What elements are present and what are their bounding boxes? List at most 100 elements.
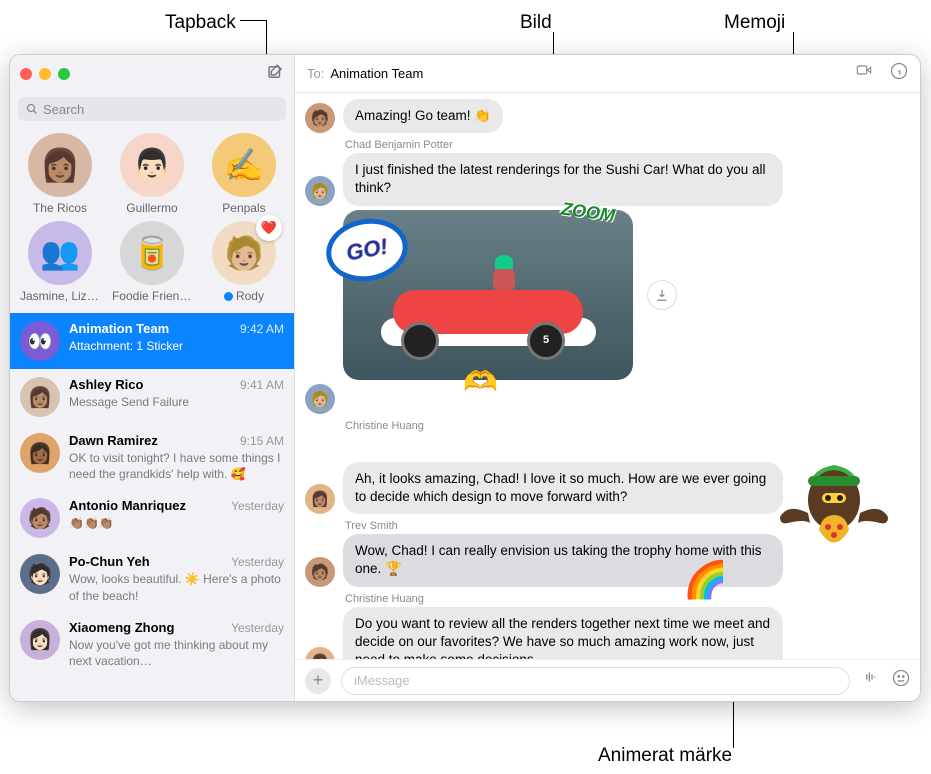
pinned-conversation[interactable]: 👨🏻 Guillermo bbox=[106, 133, 198, 215]
minimize-button[interactable] bbox=[39, 68, 51, 80]
conversation-item[interactable]: 🧑🏽 Antonio Manriquez Yesterday 👏🏽👏🏽👏🏽 bbox=[10, 490, 294, 546]
avatar: 🧑🏽 bbox=[305, 103, 335, 133]
message-bubble[interactable]: Ah, it looks amazing, Chad! I love it so… bbox=[343, 462, 783, 514]
conversation-pane: To: Animation Team 🧑🏽 Amazing! Go team! … bbox=[295, 55, 920, 701]
maximize-button[interactable] bbox=[58, 68, 70, 80]
conversation-time: 9:42 AM bbox=[240, 322, 284, 336]
close-button[interactable] bbox=[20, 68, 32, 80]
wheel: 5 bbox=[527, 322, 565, 360]
callout-memoji: Memoji bbox=[724, 12, 785, 34]
sender-label: Christine Huang bbox=[345, 593, 904, 605]
pinned-conversation[interactable]: 👩🏽 The Ricos bbox=[14, 133, 106, 215]
message-thread[interactable]: 🧑🏽 Amazing! Go team! 👏 Chad Benjamin Pot… bbox=[295, 93, 920, 659]
conversation-name: Animation Team bbox=[69, 321, 169, 336]
pinned-label: Jasmine, Liz &… bbox=[20, 289, 100, 303]
download-button[interactable] bbox=[647, 280, 677, 310]
avatar: 🧑🏽 bbox=[20, 498, 60, 538]
facetime-button[interactable] bbox=[854, 62, 874, 85]
conversation-time: Yesterday bbox=[231, 499, 284, 513]
avatar: 👩🏽 bbox=[305, 647, 335, 659]
conversation-time: 9:41 AM bbox=[240, 378, 284, 392]
conversation-time: Yesterday bbox=[231, 621, 284, 635]
sidebar: Search 👩🏽 The Ricos 👨🏻 Guillermo ✍️ Penp… bbox=[10, 55, 295, 701]
callout-tapback: Tapback bbox=[165, 12, 236, 34]
image-attachment[interactable]: 5 GO! ZOOM 🫶 bbox=[343, 210, 633, 380]
pinned-label: Penpals bbox=[222, 201, 265, 215]
conversation-item[interactable]: 👀 Animation Team 9:42 AM Attachment: 1 S… bbox=[10, 313, 294, 369]
pinned-label: Guillermo bbox=[126, 201, 177, 215]
composer: + iMessage bbox=[295, 659, 920, 701]
avatar: 👨🏻 bbox=[120, 133, 184, 197]
avatar: ✍️ bbox=[212, 133, 276, 197]
memoji-sticker[interactable] bbox=[774, 445, 894, 565]
avatar: 🧑🏼 bbox=[305, 384, 335, 414]
pinned-conversation[interactable]: 🥫 Foodie Friends bbox=[106, 221, 198, 303]
search-input[interactable]: Search bbox=[18, 97, 286, 121]
conversation-preview: Attachment: 1 Sticker bbox=[69, 338, 284, 354]
avatar: 👩🏽 bbox=[305, 484, 335, 514]
conversation-list: 👀 Animation Team 9:42 AM Attachment: 1 S… bbox=[10, 313, 294, 701]
avatar: 👀 bbox=[20, 321, 60, 361]
message-bubble[interactable]: Do you want to review all the renders to… bbox=[343, 607, 783, 659]
apps-button[interactable]: + bbox=[305, 668, 331, 694]
tapback-badge: ❤️ bbox=[256, 215, 282, 241]
message-row: 🧑🏼 I just finished the latest renderings… bbox=[305, 153, 904, 205]
pinned-conversation[interactable]: 🧑🏼 ❤️ Rody bbox=[198, 221, 290, 303]
callout-bild: Bild bbox=[520, 12, 552, 34]
traffic-lights bbox=[20, 68, 70, 80]
conversation-name: Ashley Rico bbox=[69, 377, 143, 392]
conversation-item[interactable]: 🧑🏻 Po-Chun Yeh Yesterday Wow, looks beau… bbox=[10, 546, 294, 611]
callout-animerat: Animerat märke bbox=[598, 745, 732, 767]
message-input[interactable]: iMessage bbox=[341, 667, 850, 695]
conversation-time: 9:15 AM bbox=[240, 434, 284, 448]
pinned-label: Rody bbox=[224, 289, 264, 303]
message-row: 👩🏽 Do you want to review all the renders… bbox=[305, 607, 904, 659]
compose-button[interactable] bbox=[266, 63, 284, 86]
avatar: 🧑🏻 bbox=[20, 554, 60, 594]
pinned-conversations: 👩🏽 The Ricos 👨🏻 Guillermo ✍️ Penpals 👥 J… bbox=[10, 127, 294, 313]
message-row: 🧑🏽 Amazing! Go team! 👏 bbox=[305, 99, 904, 133]
emoji-button[interactable] bbox=[892, 669, 910, 692]
to-label: To: bbox=[307, 66, 324, 81]
avatar: 👩🏽 bbox=[28, 133, 92, 197]
status-dot bbox=[224, 292, 233, 301]
avatar: 🥫 bbox=[120, 221, 184, 285]
sender-label: Chad Benjamin Potter bbox=[345, 139, 904, 151]
audio-message-button[interactable] bbox=[860, 669, 880, 692]
sender-label: Christine Huang bbox=[345, 420, 904, 432]
conversation-item[interactable]: 👩🏾 Dawn Ramirez 9:15 AM OK to visit toni… bbox=[10, 425, 294, 490]
callout-line bbox=[240, 20, 266, 21]
conversation-preview: Wow, looks beautiful. ☀️ Here's a photo … bbox=[69, 571, 284, 603]
conversation-item[interactable]: 👩🏻 Xiaomeng Zhong Yesterday Now you've g… bbox=[10, 612, 294, 677]
avatar: 👩🏻 bbox=[20, 620, 60, 660]
avatar: 🧑🏼 bbox=[305, 176, 335, 206]
to-value: Animation Team bbox=[330, 66, 423, 81]
pinned-conversation[interactable]: 👥 Jasmine, Liz &… bbox=[14, 221, 106, 303]
sticker-heart-hands: 🫶 bbox=[463, 365, 498, 398]
pinned-label: Foodie Friends bbox=[112, 289, 192, 303]
conversation-item[interactable]: 👩🏽 Ashley Rico 9:41 AM Message Send Fail… bbox=[10, 369, 294, 425]
message-row: 🧑🏼 bbox=[305, 384, 904, 414]
conversation-name: Antonio Manriquez bbox=[69, 498, 186, 513]
rainbow-sticker[interactable]: 🌈 bbox=[683, 559, 728, 601]
conversation-preview: Message Send Failure bbox=[69, 394, 284, 410]
avatar: 🧑🏼 ❤️ bbox=[212, 221, 276, 285]
conversation-preview: OK to visit tonight? I have some things … bbox=[69, 450, 284, 482]
conversation-name: Dawn Ramirez bbox=[69, 433, 158, 448]
search-placeholder: Search bbox=[43, 102, 84, 117]
conversation-preview: Now you've got me thinking about my next… bbox=[69, 637, 284, 669]
conversation-header: To: Animation Team bbox=[295, 55, 920, 93]
pinned-label: The Ricos bbox=[33, 201, 87, 215]
message-bubble[interactable]: Amazing! Go team! 👏 bbox=[343, 99, 503, 133]
avatar: 👥 bbox=[28, 221, 92, 285]
search-icon bbox=[26, 103, 38, 115]
to-block: To: Animation Team bbox=[307, 66, 423, 81]
avatar: 👩🏽 bbox=[20, 377, 60, 417]
avatar: 👩🏾 bbox=[20, 433, 60, 473]
pinned-conversation[interactable]: ✍️ Penpals bbox=[198, 133, 290, 215]
messages-window: Search 👩🏽 The Ricos 👨🏻 Guillermo ✍️ Penp… bbox=[10, 55, 920, 701]
titlebar bbox=[10, 55, 294, 93]
sticker-go: GO! bbox=[327, 218, 407, 282]
info-button[interactable] bbox=[890, 62, 908, 85]
conversation-time: Yesterday bbox=[231, 555, 284, 569]
